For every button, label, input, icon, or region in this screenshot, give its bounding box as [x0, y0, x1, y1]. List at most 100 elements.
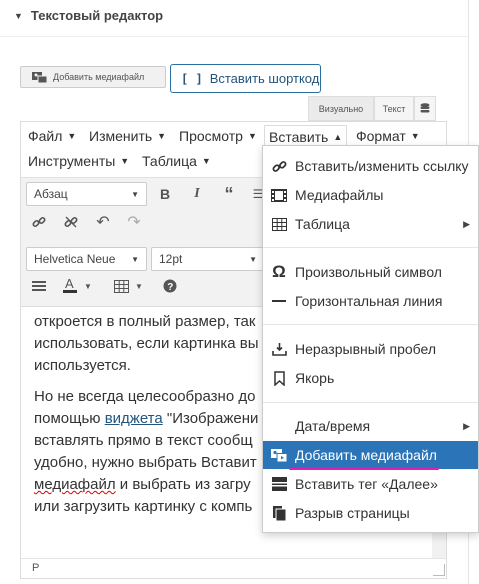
- tab-stack[interactable]: [414, 96, 436, 121]
- tab-text[interactable]: Текст: [374, 96, 414, 121]
- menu-tools[interactable]: Инструменты ▼: [28, 153, 129, 169]
- menu-file[interactable]: Файл ▼: [28, 128, 76, 144]
- insert-menu-item-datetime[interactable]: Дата/время ▶: [263, 412, 478, 440]
- table-icon[interactable]: [110, 275, 132, 297]
- status-bar: P: [21, 558, 446, 578]
- insert-menu-item-horizontal-line[interactable]: Горизонтальная линия: [263, 287, 478, 315]
- content-line: Но не всегда целесообразно до: [34, 388, 256, 405]
- table-arrow-icon[interactable]: ▼: [133, 275, 145, 297]
- font-family-select[interactable]: Helvetica Neue ▼: [26, 247, 147, 271]
- add-media-icon: [32, 71, 48, 83]
- menu-edit-label: Изменить: [89, 128, 153, 144]
- menu-divider: [263, 247, 478, 248]
- nbsp-icon: [269, 339, 289, 359]
- insert-menu-item-anchor[interactable]: Якорь: [263, 364, 478, 392]
- content-line: "Изображени: [162, 410, 259, 427]
- element-path[interactable]: P: [32, 562, 39, 574]
- menu-table-arrow-icon: ▼: [201, 156, 211, 166]
- insert-menu-label: Якорь: [295, 370, 335, 386]
- font-size-value: 12pt: [159, 252, 183, 266]
- misspelled-word: медиафайл: [34, 476, 116, 493]
- blockquote-icon[interactable]: “: [218, 183, 240, 205]
- add-media-label: Добавить медиафайл: [53, 72, 145, 82]
- editor-scrollbar[interactable]: [432, 532, 446, 558]
- insert-menu-item-media[interactable]: Медиафайлы: [263, 181, 478, 209]
- content-line: используется.: [34, 357, 131, 374]
- table-icon: [269, 214, 289, 234]
- menu-tools-arrow-icon: ▼: [120, 156, 130, 166]
- insert-menu-label: Добавить медиафайл: [295, 447, 437, 463]
- menu-edit[interactable]: Изменить ▼: [89, 128, 166, 144]
- title-divider: [0, 36, 468, 37]
- insert-menu-item-nbsp[interactable]: Неразрывный пробел: [263, 335, 478, 363]
- panel-title-label: Текстовый редактор: [30, 8, 164, 23]
- content-line: или загрузить картинку с компь: [34, 498, 253, 515]
- submenu-arrow-icon: ▶: [463, 420, 470, 431]
- insert-menu-label: Медиафайлы: [295, 187, 384, 203]
- insert-menu-item-add-media[interactable]: Добавить медиафайл: [263, 441, 478, 469]
- insert-menu-label: Произвольный символ: [295, 264, 442, 280]
- block-format-arrow-icon: ▼: [131, 189, 139, 199]
- panel-title[interactable]: ▼ Текстовый редактор: [14, 8, 163, 23]
- italic-icon[interactable]: I: [186, 183, 208, 205]
- content-line: откроется в полный размер, так: [34, 313, 256, 330]
- menu-view[interactable]: Просмотр ▼: [179, 128, 257, 144]
- link-icon: [269, 156, 289, 176]
- menu-view-arrow-icon: ▼: [247, 131, 257, 141]
- stack-icon: [420, 103, 430, 113]
- insert-shortcode-label: Вставить шорткод: [209, 71, 320, 86]
- more-tag-icon: [269, 474, 289, 494]
- horizontal-line-icon: [269, 291, 289, 311]
- tab-visual[interactable]: Визуально: [308, 96, 374, 121]
- menu-format[interactable]: Формат ▼: [356, 128, 420, 144]
- menu-table[interactable]: Таблица ▼: [142, 153, 211, 169]
- add-media-icon: [269, 445, 289, 465]
- insert-menu-item-table[interactable]: Таблица ▶: [263, 210, 478, 238]
- insert-menu-item-more-tag[interactable]: Вставить тег «Далее»: [263, 470, 478, 498]
- menu-table-label: Таблица: [142, 153, 197, 169]
- submenu-arrow-icon: ▶: [463, 218, 470, 229]
- insert-menu-label: Дата/время: [295, 418, 371, 434]
- resize-handle[interactable]: [433, 564, 445, 576]
- font-family-value: Helvetica Neue: [34, 252, 116, 266]
- content-line: и выбрать из загру: [115, 476, 251, 493]
- link-icon[interactable]: [28, 211, 50, 233]
- content-line: использовать, если картинка вы: [34, 335, 259, 352]
- page-break-icon: [269, 503, 289, 523]
- insert-menu-label: Вставить/изменить ссылку: [295, 158, 469, 174]
- menu-file-arrow-icon: ▼: [67, 131, 77, 141]
- widget-link[interactable]: виджета: [105, 410, 163, 427]
- collapse-caret-icon: ▼: [14, 10, 23, 21]
- omega-icon: Ω: [272, 262, 286, 281]
- font-size-arrow-icon: ▼: [249, 254, 257, 264]
- text-color-icon[interactable]: A: [61, 274, 79, 296]
- insert-menu-label: Разрыв страницы: [295, 505, 410, 521]
- menu-tools-label: Инструменты: [28, 153, 116, 169]
- editor-mode-tabs: Визуально Текст: [308, 96, 436, 121]
- content-line: удобно, нужно выбрать Вставит: [34, 454, 257, 471]
- unlink-icon[interactable]: [60, 211, 82, 233]
- redo-icon[interactable]: ↷: [123, 211, 145, 233]
- menu-format-arrow-icon: ▼: [410, 131, 420, 141]
- bold-icon[interactable]: B: [154, 183, 176, 205]
- menu-edit-arrow-icon: ▼: [157, 131, 167, 141]
- font-size-select[interactable]: 12pt ▼: [151, 247, 265, 271]
- insert-menu-item-special-char[interactable]: Ω Произвольный символ: [263, 258, 478, 286]
- text-color-arrow-icon[interactable]: ▼: [82, 275, 94, 297]
- horizontal-rule-icon[interactable]: [28, 275, 50, 297]
- menu-divider: [263, 402, 478, 403]
- insert-shortcode-button[interactable]: [ ] Вставить шорткод: [170, 64, 321, 93]
- menu-insert-label: Вставить: [269, 129, 329, 145]
- insert-menu: Вставить/изменить ссылку Медиафайлы Табл…: [262, 145, 479, 533]
- menu-view-label: Просмотр: [179, 128, 243, 144]
- help-icon[interactable]: ?: [159, 275, 181, 297]
- undo-icon[interactable]: ↶: [92, 211, 114, 233]
- insert-menu-item-link[interactable]: Вставить/изменить ссылку: [263, 152, 478, 180]
- insert-menu-item-page-break[interactable]: Разрыв страницы: [263, 499, 478, 527]
- block-format-select[interactable]: Абзац ▼: [26, 182, 147, 206]
- add-media-button[interactable]: Добавить медиафайл: [20, 66, 166, 88]
- film-icon: [269, 185, 289, 205]
- content-line: вставлять прямо в текст сообщ: [34, 432, 253, 449]
- menu-format-label: Формат: [356, 128, 406, 144]
- brackets-icon: [ ]: [181, 71, 203, 86]
